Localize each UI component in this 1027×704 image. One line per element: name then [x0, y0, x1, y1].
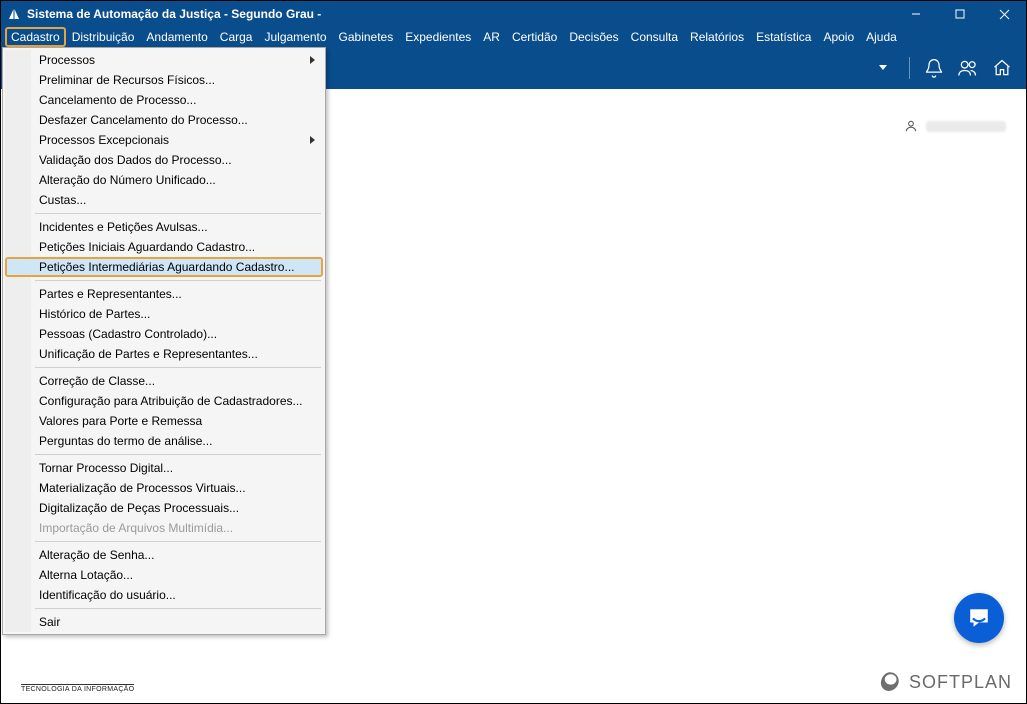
dd-label: Materialização de Processos Virtuais...: [39, 481, 246, 495]
dd-label: Petições Intermediárias Aguardando Cadas…: [39, 260, 294, 274]
chat-button[interactable]: [954, 593, 1004, 643]
minimize-button[interactable]: [894, 1, 938, 27]
menu-relatorios[interactable]: Relatórios: [684, 27, 750, 47]
menu-distribuicao[interactable]: Distribuição: [66, 27, 141, 47]
window-title: Sistema de Automação da Justiça - Segund…: [27, 7, 321, 21]
dd-unificacao-partes[interactable]: Unificação de Partes e Representantes...: [5, 344, 323, 364]
submenu-arrow-icon: [310, 136, 315, 144]
dd-label: Tornar Processo Digital...: [39, 461, 173, 475]
dd-tornar-digital[interactable]: Tornar Processo Digital...: [5, 458, 323, 478]
dd-label: Unificação de Partes e Representantes...: [39, 347, 258, 361]
dd-peticoes-intermediarias[interactable]: Petições Intermediárias Aguardando Cadas…: [5, 257, 323, 277]
dd-label: Pessoas (Cadastro Controlado)...: [39, 327, 217, 341]
dd-label: Partes e Representantes...: [39, 287, 182, 301]
dd-alterna-lotacao[interactable]: Alterna Lotação...: [5, 565, 323, 585]
dd-separator: [35, 367, 321, 368]
dd-label: Preliminar de Recursos Físicos...: [39, 73, 215, 87]
dd-label: Sair: [39, 615, 60, 629]
menu-gabinetes[interactable]: Gabinetes: [333, 27, 400, 47]
dd-label: Configuração para Atribuição de Cadastra…: [39, 394, 303, 408]
brand-logo-icon: [877, 669, 903, 695]
dd-separator: [35, 213, 321, 214]
dd-materializacao[interactable]: Materialização de Processos Virtuais...: [5, 478, 323, 498]
dd-processos-excepcionais[interactable]: Processos Excepcionais: [5, 130, 323, 150]
dd-label: Digitalização de Peças Processuais...: [39, 501, 239, 515]
dd-label: Desfazer Cancelamento do Processo...: [39, 113, 248, 127]
dd-label: Alteração do Número Unificado...: [39, 173, 216, 187]
dd-valores-porte[interactable]: Valores para Porte e Remessa: [5, 411, 323, 431]
dd-label: Validação dos Dados do Processo...: [39, 153, 232, 167]
dd-label: Processos: [39, 53, 95, 67]
menu-carga[interactable]: Carga: [214, 27, 259, 47]
submenu-arrow-icon: [310, 56, 315, 64]
dd-processos[interactable]: Processos: [5, 50, 323, 70]
dd-alteracao-senha[interactable]: Alteração de Senha...: [5, 545, 323, 565]
dd-label: Processos Excepcionais: [39, 133, 169, 147]
dd-label: Custas...: [39, 193, 86, 207]
dd-identificacao-usuario[interactable]: Identificação do usuário...: [5, 585, 323, 605]
dropdown-cadastro: Processos Preliminar de Recursos Físicos…: [2, 47, 326, 635]
dd-preliminar-recursos[interactable]: Preliminar de Recursos Físicos...: [5, 70, 323, 90]
dd-cancelamento-processo[interactable]: Cancelamento de Processo...: [5, 90, 323, 110]
dd-alteracao-numero[interactable]: Alteração do Número Unificado...: [5, 170, 323, 190]
dd-label: Alterna Lotação...: [39, 568, 133, 582]
app-icon: [7, 7, 21, 21]
dd-separator: [35, 454, 321, 455]
user-icon: [904, 119, 918, 133]
menu-certidao[interactable]: Certidão: [506, 27, 563, 47]
dd-sair[interactable]: Sair: [5, 612, 323, 632]
dd-importacao-multimidia: Importação de Arquivos Multimídia...: [5, 518, 323, 538]
footer-tag: TECNOLOGIA DA INFORMAÇÃO: [21, 684, 134, 693]
menu-expedientes[interactable]: Expedientes: [399, 27, 477, 47]
menubar: Cadastro Distribuição Andamento Carga Ju…: [1, 27, 1026, 47]
brand: SOFTPLAN: [877, 669, 1012, 695]
menu-ajuda[interactable]: Ajuda: [860, 27, 903, 47]
dd-label: Identificação do usuário...: [39, 588, 176, 602]
dd-separator: [35, 541, 321, 542]
dd-custas[interactable]: Custas...: [5, 190, 323, 210]
dd-label: Valores para Porte e Remessa: [39, 414, 202, 428]
dd-separator: [35, 608, 321, 609]
dd-label: Histórico de Partes...: [39, 307, 150, 321]
dd-peticoes-iniciais[interactable]: Petições Iniciais Aguardando Cadastro...: [5, 237, 323, 257]
dd-label: Alteração de Senha...: [39, 548, 154, 562]
dd-correcao-classe[interactable]: Correção de Classe...: [5, 371, 323, 391]
home-icon[interactable]: [992, 58, 1012, 78]
toolbar-separator: [909, 57, 910, 79]
menu-apoio[interactable]: Apoio: [817, 27, 860, 47]
dd-label: Cancelamento de Processo...: [39, 93, 196, 107]
dd-pessoas-cadastro[interactable]: Pessoas (Cadastro Controlado)...: [5, 324, 323, 344]
dd-label: Petições Iniciais Aguardando Cadastro...: [39, 240, 255, 254]
dd-label: Incidentes e Petições Avulsas...: [39, 220, 208, 234]
dd-separator: [35, 280, 321, 281]
dd-label: Perguntas do termo de análise...: [39, 434, 212, 448]
menu-julgamento[interactable]: Julgamento: [258, 27, 332, 47]
menu-estatistica[interactable]: Estatística: [750, 27, 817, 47]
menu-andamento[interactable]: Andamento: [140, 27, 213, 47]
dd-partes-representantes[interactable]: Partes e Representantes...: [5, 284, 323, 304]
dd-incidentes-peticoes[interactable]: Incidentes e Petições Avulsas...: [5, 217, 323, 237]
dd-perguntas-termo[interactable]: Perguntas do termo de análise...: [5, 431, 323, 451]
dd-desfazer-cancelamento[interactable]: Desfazer Cancelamento do Processo...: [5, 110, 323, 130]
dd-digitalizacao[interactable]: Digitalização de Peças Processuais...: [5, 498, 323, 518]
user-area: [904, 119, 1006, 133]
users-icon[interactable]: [958, 58, 978, 78]
toolbar-dropdown[interactable]: [879, 65, 887, 71]
dd-config-atribuicao[interactable]: Configuração para Atribuição de Cadastra…: [5, 391, 323, 411]
dd-historico-partes[interactable]: Histórico de Partes...: [5, 304, 323, 324]
titlebar: Sistema de Automação da Justiça - Segund…: [1, 1, 1026, 27]
dd-label: Importação de Arquivos Multimídia...: [39, 521, 233, 535]
dd-label: Correção de Classe...: [39, 374, 155, 388]
window-controls: [894, 1, 1026, 27]
close-button[interactable]: [982, 1, 1026, 27]
menu-ar[interactable]: AR: [477, 27, 506, 47]
menu-consulta[interactable]: Consulta: [625, 27, 684, 47]
menu-cadastro[interactable]: Cadastro: [5, 27, 66, 47]
brand-name: SOFTPLAN: [909, 672, 1012, 693]
user-name-redacted: [926, 121, 1006, 132]
dd-validacao-dados[interactable]: Validação dos Dados do Processo...: [5, 150, 323, 170]
bell-icon[interactable]: [924, 58, 944, 78]
maximize-button[interactable]: [938, 1, 982, 27]
menu-decisoes[interactable]: Decisões: [563, 27, 624, 47]
